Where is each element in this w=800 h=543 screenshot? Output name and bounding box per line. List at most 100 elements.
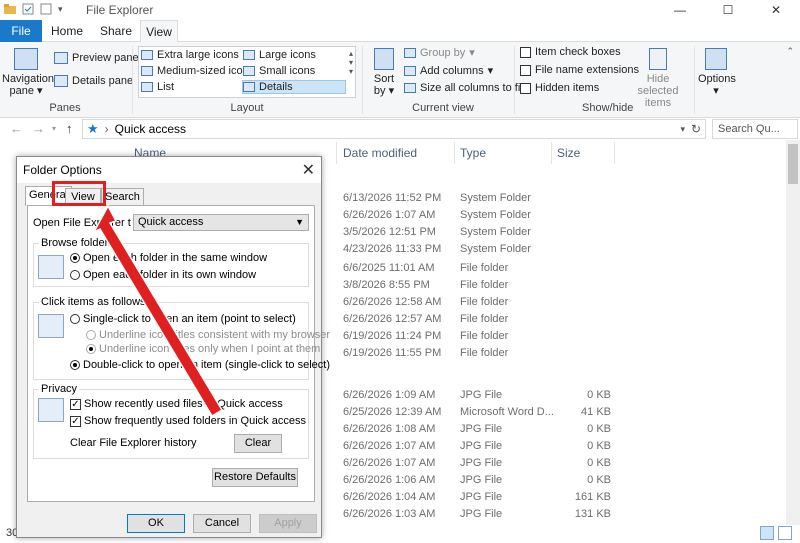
single-click-radio[interactable]: Single-click to open an item (point to s… bbox=[70, 313, 296, 325]
row-date: 3/8/2026 8:55 PM bbox=[343, 279, 430, 291]
check-icon: ✓ bbox=[70, 398, 81, 410]
open-own-window-radio[interactable]: Open each folder in its own window bbox=[70, 269, 256, 281]
row-date: 6/26/2026 1:07 AM bbox=[343, 209, 436, 221]
address-dropdown-icon[interactable]: ▾ bbox=[680, 124, 685, 135]
qa-dropdown-icon[interactable]: ▾ bbox=[58, 4, 63, 15]
apply-button[interactable]: Apply bbox=[259, 514, 317, 533]
open-explorer-label: Open File Explorer t bbox=[33, 217, 131, 229]
close-button[interactable]: ✕ bbox=[752, 0, 800, 20]
column-header-size[interactable]: Size bbox=[557, 146, 580, 166]
row-date: 6/19/2026 11:55 PM bbox=[343, 347, 442, 359]
privacy-group: Privacy ✓ Show recently used files in Qui… bbox=[33, 383, 309, 459]
search-input[interactable]: Search Qu... bbox=[712, 119, 798, 139]
dialog-title: Folder Options bbox=[23, 163, 102, 177]
large-icons-view-icon[interactable] bbox=[778, 526, 792, 540]
breadcrumb[interactable]: Quick access bbox=[115, 122, 186, 136]
back-icon[interactable]: ← bbox=[10, 121, 23, 136]
recent-locations-icon[interactable]: ▾ bbox=[52, 124, 56, 133]
clear-button[interactable]: Clear bbox=[234, 434, 282, 453]
row-type: JPG File bbox=[460, 389, 503, 401]
navigation-pane-button[interactable]: Navigation pane ▾ bbox=[2, 48, 54, 97]
forward-icon[interactable]: → bbox=[32, 121, 45, 136]
row-date: 6/26/2026 1:09 AM bbox=[343, 389, 436, 401]
row-type: System Folder bbox=[460, 226, 531, 238]
underline-browser-radio[interactable]: Underline icon titles consistent with my… bbox=[86, 329, 330, 341]
restore-defaults-button[interactable]: Restore Defaults bbox=[212, 468, 298, 487]
details-pane-button[interactable]: Details pane bbox=[54, 75, 133, 87]
column-divider[interactable] bbox=[336, 142, 337, 164]
hide-selected-icon bbox=[649, 48, 667, 70]
up-icon[interactable]: ↑ bbox=[66, 121, 73, 136]
row-size: 131 KB bbox=[574, 508, 611, 520]
cancel-button[interactable]: Cancel bbox=[193, 514, 251, 533]
layout-list[interactable]: List bbox=[141, 81, 174, 93]
radio-selected bbox=[70, 253, 80, 263]
underline-point-radio[interactable]: Underline icon titles only when I point … bbox=[86, 343, 320, 355]
column-divider[interactable] bbox=[614, 142, 615, 164]
properties-icon[interactable] bbox=[22, 3, 34, 15]
hidden-items-toggle[interactable]: Hidden items bbox=[520, 82, 599, 94]
small-icons-icon bbox=[243, 66, 255, 76]
show-recent-files-checkbox[interactable]: ✓ Show recently used files in Quick acces… bbox=[70, 398, 283, 410]
row-size: 0 KB bbox=[587, 389, 611, 401]
layout-scroll-icon[interactable]: ▴ ▾ ▾ bbox=[349, 49, 353, 76]
layout-extra-large-icons[interactable]: Extra large icons bbox=[141, 49, 239, 61]
maximize-button[interactable]: ☐ bbox=[704, 0, 752, 20]
medium-icons-icon bbox=[141, 66, 153, 76]
tab-view[interactable]: View bbox=[140, 20, 178, 43]
vertical-scrollbar[interactable] bbox=[786, 140, 800, 525]
click-items-group: Click items as follows Single-click to o… bbox=[33, 296, 330, 380]
privacy-legend: Privacy bbox=[39, 383, 80, 395]
scrollbar-thumb[interactable] bbox=[788, 144, 798, 184]
preview-pane-button[interactable]: Preview pane bbox=[54, 52, 139, 64]
sort-by-button[interactable]: Sort by ▾ bbox=[368, 48, 400, 97]
column-header-type[interactable]: Type bbox=[460, 146, 486, 166]
details-view-icon[interactable] bbox=[760, 526, 774, 540]
column-divider[interactable] bbox=[454, 142, 455, 164]
show-frequent-folders-checkbox[interactable]: ✓ Show frequently used folders in Quick a… bbox=[70, 415, 306, 427]
row-type: File folder bbox=[460, 296, 509, 308]
options-button[interactable]: Options ▾ bbox=[698, 48, 736, 97]
row-date: 6/26/2026 1:04 AM bbox=[343, 491, 436, 503]
row-date: 6/26/2026 1:06 AM bbox=[343, 474, 436, 486]
column-divider[interactable] bbox=[551, 142, 552, 164]
tab-home[interactable]: Home bbox=[42, 20, 92, 42]
layout-small-icons[interactable]: Small icons bbox=[243, 65, 315, 77]
layout-large-icons[interactable]: Large icons bbox=[243, 49, 316, 61]
minimize-button[interactable]: — bbox=[656, 0, 704, 20]
size-columns-icon bbox=[404, 83, 416, 93]
privacy-picture bbox=[38, 398, 64, 422]
tab-file[interactable]: File bbox=[0, 20, 42, 42]
pointer-picture bbox=[38, 314, 64, 338]
new-folder-icon[interactable] bbox=[40, 3, 52, 15]
add-columns-button[interactable]: Add columns ▾ bbox=[404, 64, 493, 77]
double-click-radio[interactable]: Double-click to open an item (single-cli… bbox=[70, 359, 330, 371]
group-by-button[interactable]: Group by ▾ bbox=[404, 46, 475, 59]
column-header-date[interactable]: Date modified bbox=[343, 146, 417, 166]
item-check-boxes-toggle[interactable]: Item check boxes bbox=[520, 46, 621, 58]
layout-medium-icons[interactable]: Medium-sized icons bbox=[141, 65, 254, 77]
hide-selected-items-button[interactable]: Hide selected items bbox=[626, 48, 690, 109]
tab-share[interactable]: Share bbox=[92, 20, 140, 42]
row-size: 0 KB bbox=[587, 474, 611, 486]
refresh-icon[interactable]: ↻ bbox=[691, 122, 701, 136]
tab-search[interactable]: Search bbox=[101, 188, 144, 206]
row-type: JPG File bbox=[460, 423, 503, 435]
address-field[interactable]: ★ › Quick access ▾ ↻ bbox=[82, 119, 706, 139]
row-size: 0 KB bbox=[587, 457, 611, 469]
click-items-legend: Click items as follows bbox=[39, 296, 148, 308]
size-all-columns-button[interactable]: Size all columns to fit bbox=[404, 82, 523, 94]
open-same-window-radio[interactable]: Open each folder in the same window bbox=[70, 252, 267, 264]
file-name-extensions-toggle[interactable]: File name extensions bbox=[520, 64, 639, 76]
browse-folders-group: Browse folders Open each folder in the s… bbox=[33, 237, 309, 287]
dialog-close-icon[interactable]: ✕ bbox=[302, 160, 315, 180]
add-columns-icon bbox=[404, 65, 416, 76]
details-icon bbox=[243, 82, 255, 92]
ribbon-collapse-icon[interactable]: ⌃ bbox=[786, 46, 794, 57]
ok-button[interactable]: OK bbox=[127, 514, 185, 533]
layout-details[interactable]: Details bbox=[242, 80, 346, 94]
open-explorer-select[interactable]: Quick access ▼ bbox=[133, 214, 309, 231]
row-date: 6/19/2026 11:24 PM bbox=[343, 330, 442, 342]
row-size: 0 KB bbox=[587, 423, 611, 435]
row-type: File folder bbox=[460, 347, 509, 359]
